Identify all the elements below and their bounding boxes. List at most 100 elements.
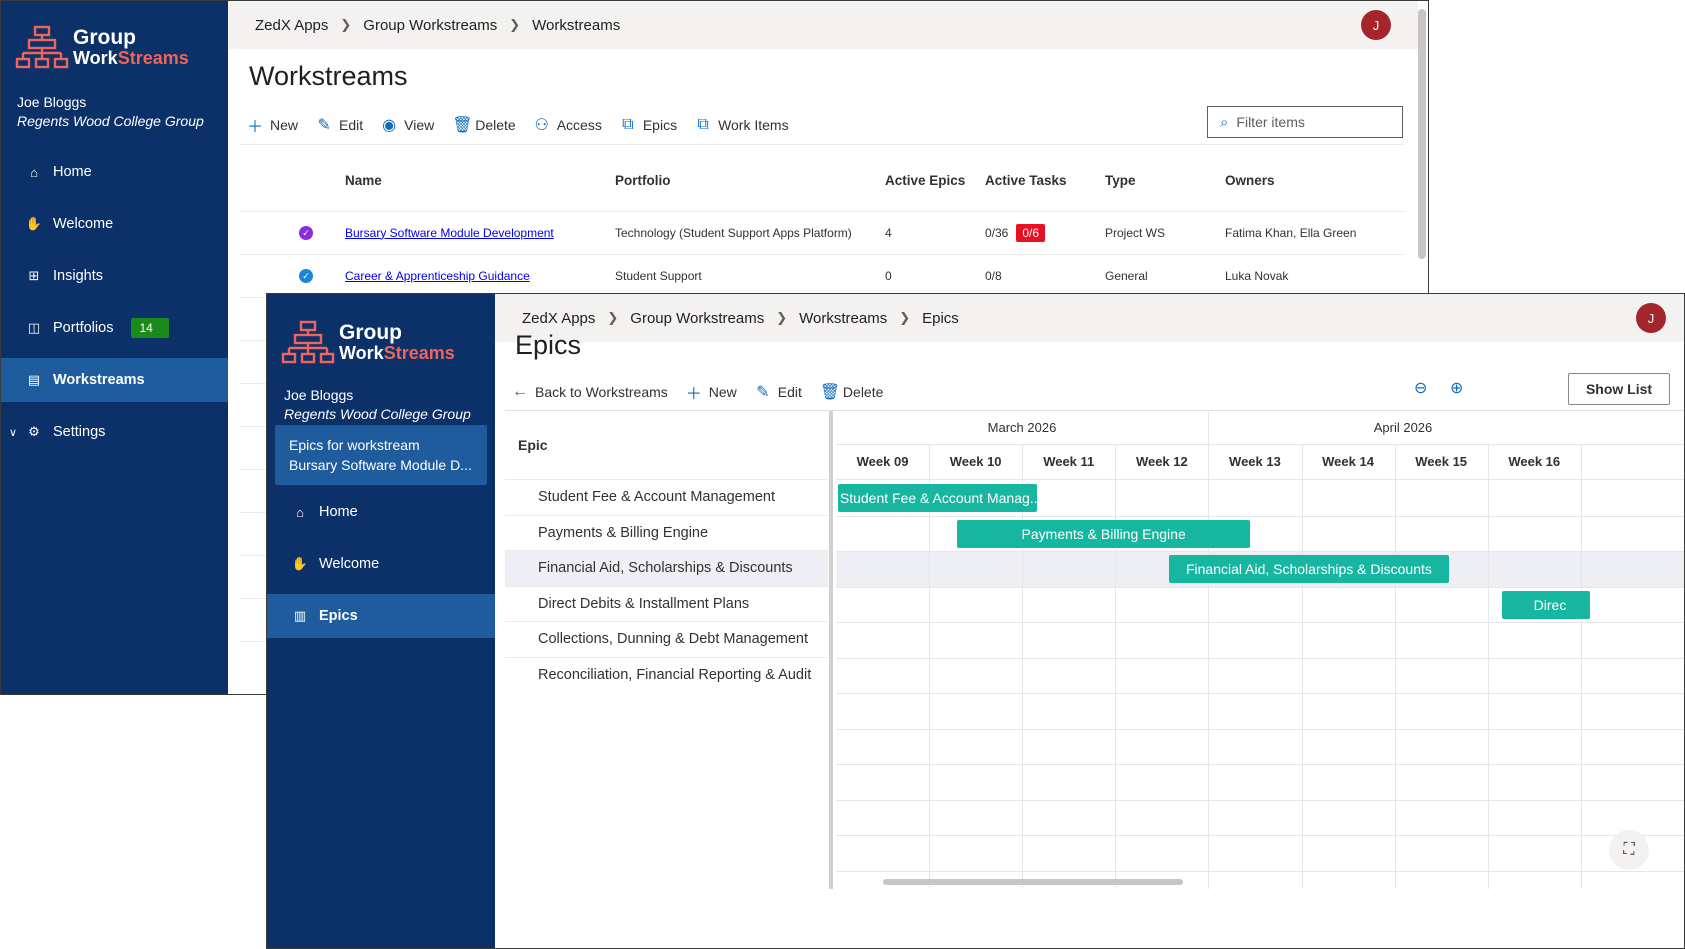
delete-button[interactable]: 🗑 Delete: [820, 382, 883, 402]
delete-button[interactable]: 🗑 Delete: [452, 115, 515, 135]
column-header-active-epics[interactable]: Active Epics: [885, 151, 985, 212]
breadcrumb-item[interactable]: Group Workstreams: [630, 310, 764, 327]
new-button[interactable]: ＋ New: [247, 113, 298, 137]
sidebar-item-workstreams[interactable]: ▤ Workstreams: [1, 358, 228, 402]
table-row[interactable]: ✓ Career & Apprenticeship Guidance Stude…: [239, 254, 1404, 298]
card-line1: Epics for workstream: [289, 437, 420, 453]
status-check-icon: ✓: [299, 269, 313, 284]
breadcrumb: ZedX Apps ❯ Group Workstreams ❯ Workstre…: [255, 17, 620, 34]
new-button[interactable]: ＋ New: [686, 380, 737, 404]
horizontal-scrollbar[interactable]: [883, 879, 1183, 885]
epic-row[interactable]: Payments & Billing Engine: [505, 516, 828, 551]
sidebar-item-label: Home: [53, 164, 92, 180]
epics-button[interactable]: ⧉ Epics: [620, 116, 677, 134]
logo-line1: Group: [73, 26, 136, 49]
row-gridline: [836, 799, 1684, 801]
epic-bar[interactable]: Payments & Billing Engine: [957, 519, 1251, 548]
column-header-type[interactable]: Type: [1105, 151, 1225, 212]
epic-name: Direct Debits & Installment Plans: [538, 595, 750, 612]
view-button[interactable]: ◉ View: [381, 115, 434, 135]
sidebar-item-portfolios[interactable]: ◫ Portfolios 14: [1, 306, 228, 350]
sidebar-item-welcome[interactable]: ✋ Welcome: [1, 202, 228, 246]
fullscreen-icon[interactable]: ⛶: [1609, 830, 1649, 870]
sidebar-item-epics[interactable]: ▥ Epics: [267, 594, 495, 638]
column-header-owners[interactable]: Owners: [1225, 151, 1404, 212]
chevron-down-icon[interactable]: ∨: [9, 426, 17, 439]
sidebar-item-label: Settings: [53, 424, 106, 440]
column-header-portfolio[interactable]: Portfolio: [615, 151, 885, 212]
week-gridline: [1208, 445, 1210, 889]
logo-line2: WorkStreams: [73, 48, 189, 68]
avatar[interactable]: J: [1361, 10, 1391, 40]
chart-icon: ⧉: [622, 116, 634, 133]
table-row[interactable]: ✓ Bursary Software Module Development Te…: [239, 211, 1404, 255]
workstream-link[interactable]: Bursary Software Module Development: [345, 226, 554, 240]
month-label-april: April 2026: [1373, 420, 1433, 435]
epic-row[interactable]: Reconciliation, Financial Reporting & Au…: [505, 658, 828, 694]
row-gridline: [836, 657, 1684, 659]
epic-row-selected[interactable]: Financial Aid, Scholarships & Discounts: [505, 551, 828, 587]
edit-button[interactable]: ✎ Edit: [755, 382, 802, 402]
week-label: Week 14: [1322, 454, 1374, 469]
breadcrumb-item[interactable]: ZedX Apps: [522, 310, 595, 327]
workstream-link[interactable]: Career & Apprenticeship Guidance: [345, 269, 530, 283]
app-logo[interactable]: Group WorkStreams: [15, 25, 189, 71]
column-header-active-tasks[interactable]: Active Tasks: [985, 151, 1105, 212]
gridline: [836, 479, 1684, 480]
sidebar-item-label: Epics: [319, 608, 358, 624]
week-label: Week 09: [856, 454, 909, 469]
work-items-button[interactable]: ⧉ Work Items: [695, 116, 788, 134]
workstream-context-card[interactable]: Epics for workstream Bursary Software Mo…: [275, 425, 487, 485]
sidebar-item-insights[interactable]: ⊞ Insights: [1, 254, 228, 298]
sidebar: Group WorkStreams Joe Bloggs Regents Woo…: [267, 294, 495, 948]
epic-name: Collections, Dunning & Debt Management: [538, 631, 809, 648]
epic-row[interactable]: Direct Debits & Installment Plans: [505, 587, 828, 622]
org-chart-logo-icon: [281, 320, 335, 364]
top-bar: ZedX Apps ❯ Group Workstreams ❯ Workstre…: [228, 1, 1418, 49]
app-logo[interactable]: Group WorkStreams: [281, 320, 455, 366]
sidebar-item-welcome[interactable]: ✋ Welcome: [267, 542, 495, 586]
sidebar-item-home[interactable]: ⌂ Home: [267, 490, 495, 534]
trash-icon: 🗑: [452, 117, 473, 134]
epic-name: Reconciliation, Financial Reporting & Au…: [538, 667, 812, 684]
epic-bar[interactable]: Financial Aid, Scholarships & Discounts: [1169, 555, 1449, 583]
epic-name: Payments & Billing Engine: [538, 524, 709, 541]
access-button[interactable]: ⚇ Access: [534, 115, 602, 135]
vertical-scrollbar[interactable]: [1418, 9, 1426, 259]
button-label: New: [270, 117, 299, 133]
top-bar: ZedX Apps ❯ Group Workstreams ❯ Workstre…: [495, 294, 1684, 342]
zoom-in-icon[interactable]: ⊕: [1450, 378, 1463, 398]
breadcrumb-item[interactable]: Workstreams: [799, 310, 887, 327]
breadcrumb-item[interactable]: Epics: [922, 310, 959, 327]
home-icon: ⌂: [30, 164, 38, 180]
epic-bar[interactable]: Student Fee & Account Manag...: [837, 484, 1038, 512]
epic-list: Epic Student Fee & Account Management Pa…: [505, 411, 828, 889]
eye-icon: ◉: [382, 117, 397, 134]
sidebar-item-home[interactable]: ⌂ Home: [1, 150, 228, 194]
week-label: Week 13: [1229, 454, 1281, 469]
breadcrumb-item[interactable]: Workstreams: [532, 17, 620, 34]
breadcrumb-item[interactable]: Group Workstreams: [363, 17, 497, 34]
active-epics-cell: 4: [885, 211, 985, 255]
breadcrumb-item[interactable]: ZedX Apps: [255, 17, 328, 34]
edit-button[interactable]: ✎ Edit: [316, 115, 363, 135]
back-to-workstreams-button[interactable]: ← Back to Workstreams: [512, 383, 668, 401]
sidebar-item-settings[interactable]: ∨ ⚙ Settings: [1, 410, 228, 454]
pane-splitter[interactable]: [829, 411, 833, 889]
epic-bar[interactable]: Direc: [1501, 590, 1591, 619]
filter-input[interactable]: ⌕ Filter items: [1207, 106, 1403, 138]
avatar[interactable]: J: [1636, 303, 1666, 333]
sidebar-item-label: Workstreams: [53, 372, 145, 388]
epic-row[interactable]: Collections, Dunning & Debt Management: [505, 622, 828, 658]
show-list-button[interactable]: Show List: [1568, 373, 1670, 405]
epic-row[interactable]: Student Fee & Account Management: [505, 480, 828, 516]
people-icon: ⚇: [534, 117, 549, 134]
filter-placeholder: Filter items: [1236, 114, 1305, 130]
row-gridline: [836, 515, 1684, 517]
column-header-name[interactable]: Name: [345, 151, 615, 212]
epic-column-header[interactable]: Epic: [518, 437, 548, 453]
chevron-right-icon: ❯: [340, 17, 352, 32]
sidebar-item-label: Welcome: [53, 216, 114, 232]
zoom-out-icon[interactable]: ⊖: [1414, 378, 1427, 398]
overdue-badge: 0/6: [1016, 223, 1046, 242]
